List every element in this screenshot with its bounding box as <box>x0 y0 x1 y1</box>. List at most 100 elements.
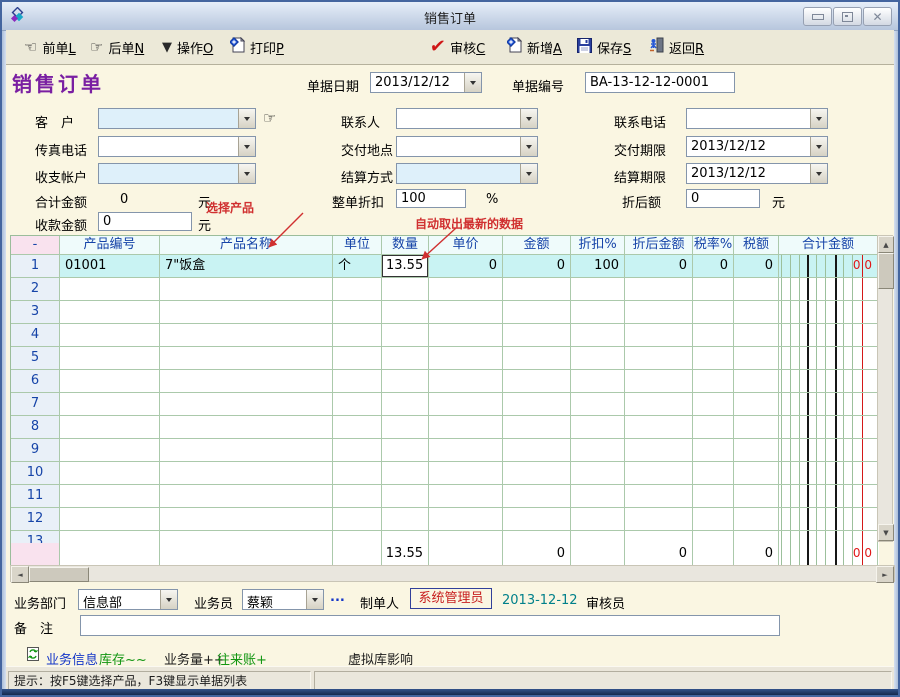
grid-cell-amount[interactable] <box>503 278 571 301</box>
grid-vscrollbar[interactable]: ▲ ▼ <box>877 235 893 542</box>
salesman-combo[interactable]: 蔡颖 <box>242 589 324 610</box>
grid-cell-discounted[interactable] <box>625 416 693 439</box>
grid-cell-tax[interactable] <box>734 370 779 393</box>
grid-cell-total[interactable] <box>779 462 878 485</box>
grid-cell-discounted[interactable] <box>625 324 693 347</box>
settle-date-combo[interactable]: 2013/12/12 <box>686 163 828 184</box>
grid-cell-unit[interactable] <box>333 462 382 485</box>
dropdown-arrow-icon[interactable] <box>810 137 827 156</box>
grid-cell-total[interactable] <box>779 531 878 543</box>
grid-cell-name[interactable] <box>160 416 333 439</box>
grid-cell-taxrate[interactable] <box>693 531 734 543</box>
dropdown-arrow-icon[interactable] <box>520 109 537 128</box>
grid-cell-code[interactable] <box>60 324 160 347</box>
grid-cell-code[interactable] <box>60 278 160 301</box>
grid-cell-price[interactable] <box>429 278 503 301</box>
grid-cell-qty[interactable] <box>382 531 429 543</box>
grid-cell-rownum[interactable]: 8 <box>11 416 60 439</box>
grid-cell-name[interactable] <box>160 508 333 531</box>
grid-cell-qty[interactable] <box>382 462 429 485</box>
grid-cell-discounted[interactable] <box>625 485 693 508</box>
grid-cell-discount[interactable] <box>571 301 625 324</box>
grid-cell-discount[interactable] <box>571 485 625 508</box>
grid-cell-total[interactable] <box>779 301 878 324</box>
prev-order-button[interactable]: ☜ 前单L <box>24 36 76 58</box>
close-button[interactable]: ✕ <box>863 7 892 26</box>
grid-cell-discounted[interactable] <box>625 393 693 416</box>
grid-cell-discounted[interactable] <box>625 301 693 324</box>
received-amount-input[interactable] <box>98 212 192 231</box>
grid-cell-tax[interactable] <box>734 347 779 370</box>
grid-cell-unit[interactable] <box>333 278 382 301</box>
grid-cell-amount[interactable] <box>503 462 571 485</box>
discounted-amount-input[interactable] <box>686 189 760 208</box>
grid-cell-total[interactable] <box>779 508 878 531</box>
dropdown-arrow-icon[interactable] <box>238 164 255 183</box>
grid-cell-name[interactable]: 7"饭盒 <box>160 255 333 278</box>
grid-cell-price[interactable] <box>429 462 503 485</box>
grid-cell-unit[interactable] <box>333 439 382 462</box>
return-button[interactable]: 返回R <box>649 36 704 58</box>
grid-cell-discount[interactable]: 100 <box>571 255 625 278</box>
grid-cell-tax[interactable] <box>734 278 779 301</box>
grid-cell-taxrate[interactable] <box>693 278 734 301</box>
grid-cell-code[interactable] <box>60 416 160 439</box>
dropdown-arrow-icon[interactable] <box>520 164 537 183</box>
delivery-place-combo[interactable] <box>396 136 538 157</box>
grid-cell-code[interactable] <box>60 485 160 508</box>
grid-cell-amount[interactable] <box>503 324 571 347</box>
customer-combo[interactable] <box>98 108 256 129</box>
grid-cell-amount[interactable] <box>503 508 571 531</box>
grid-cell-discount[interactable] <box>571 462 625 485</box>
grid-cell-tax[interactable] <box>734 531 779 543</box>
grid-cell-discount[interactable] <box>571 324 625 347</box>
print-button[interactable]: 打印P <box>230 36 284 58</box>
grid-cell-price[interactable] <box>429 416 503 439</box>
grid-cell-rownum[interactable]: 2 <box>11 278 60 301</box>
grid-cell-total[interactable] <box>779 278 878 301</box>
grid-cell-total[interactable]: 0 0 <box>779 255 878 278</box>
grid-cell-taxrate[interactable] <box>693 508 734 531</box>
grid-cell-tax[interactable] <box>734 439 779 462</box>
remark-input[interactable] <box>80 615 780 636</box>
doc-date-combo[interactable]: 2013/12/12 <box>370 72 482 93</box>
grid-cell-unit[interactable] <box>333 393 382 416</box>
grid-cell-qty[interactable] <box>382 393 429 416</box>
grid-cell-taxrate[interactable] <box>693 370 734 393</box>
grid-cell-name[interactable] <box>160 347 333 370</box>
dropdown-arrow-icon[interactable] <box>464 73 481 92</box>
grid-cell-tax[interactable] <box>734 462 779 485</box>
scroll-down-icon[interactable]: ▼ <box>878 524 894 541</box>
order-discount-input[interactable] <box>396 189 466 208</box>
grid-cell-price[interactable] <box>429 531 503 543</box>
grid-cell-code[interactable] <box>60 439 160 462</box>
grid-cell-qty[interactable] <box>382 301 429 324</box>
grid-cell-discount[interactable] <box>571 393 625 416</box>
grid-cell-unit[interactable] <box>333 301 382 324</box>
grid-cell-price[interactable] <box>429 485 503 508</box>
grid-cell-total[interactable] <box>779 370 878 393</box>
grid-cell-name[interactable] <box>160 531 333 543</box>
grid-cell-unit[interactable] <box>333 370 382 393</box>
grid-cell-name[interactable] <box>160 278 333 301</box>
more-button[interactable]: ... <box>330 590 345 605</box>
scroll-up-icon[interactable]: ▲ <box>878 236 894 253</box>
grid-cell-unit[interactable] <box>333 485 382 508</box>
grid-cell-qty[interactable] <box>382 370 429 393</box>
pointing-hand-icon[interactable]: ☞ <box>263 109 276 127</box>
dropdown-arrow-icon[interactable] <box>238 137 255 156</box>
settle-method-combo[interactable] <box>396 163 538 184</box>
operations-button[interactable]: ▼ 操作O <box>162 36 213 58</box>
grid-cell-tax[interactable] <box>734 324 779 347</box>
grid-cell-total[interactable] <box>779 416 878 439</box>
grid-cell-amount[interactable] <box>503 416 571 439</box>
grid-cell-rownum[interactable]: 7 <box>11 393 60 416</box>
grid-cell-qty[interactable] <box>382 278 429 301</box>
grid-cell-price[interactable] <box>429 370 503 393</box>
grid-cell-taxrate[interactable] <box>693 324 734 347</box>
grid-cell-code[interactable]: 01001 <box>60 255 160 278</box>
account-combo[interactable] <box>98 163 256 184</box>
grid-cell-code[interactable] <box>60 301 160 324</box>
grid-cell-amount[interactable]: 0 <box>503 255 571 278</box>
grid-cell-qty[interactable]: 13.55 <box>382 255 429 278</box>
